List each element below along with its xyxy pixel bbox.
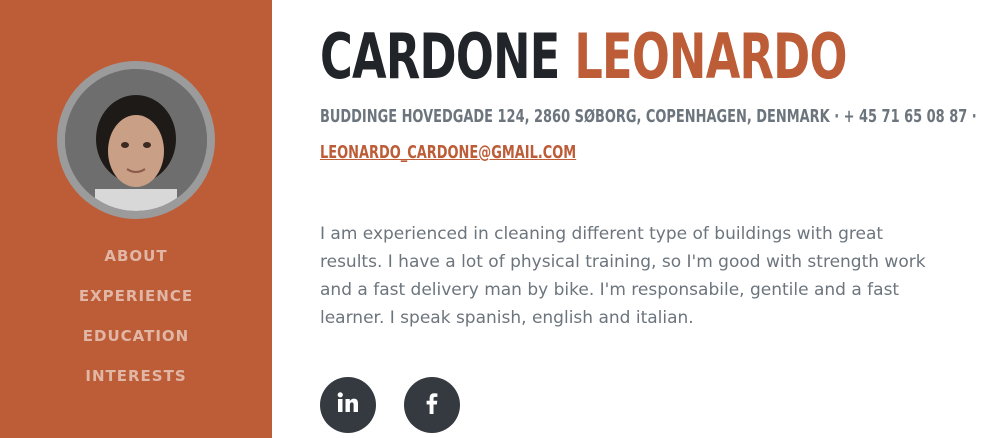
first-name: CARDONE bbox=[320, 20, 560, 93]
bio-text: I am experienced in cleaning different t… bbox=[320, 224, 926, 328]
linkedin-button[interactable] bbox=[320, 377, 376, 433]
nav-item-about[interactable]: ABOUT bbox=[0, 243, 272, 283]
last-name: LEONARDO bbox=[574, 20, 847, 93]
nav-item-experience[interactable]: EXPERIENCE bbox=[0, 283, 272, 323]
sidebar: ABOUT EXPERIENCE EDUCATION INTERESTS bbox=[0, 0, 272, 438]
nav-item-education[interactable]: EDUCATION bbox=[0, 323, 272, 363]
linkedin-icon bbox=[335, 390, 361, 421]
facebook-icon bbox=[419, 390, 445, 421]
contact-address: BUDDINGE HOVEDGADE 124, 2860 SØBORG, COP… bbox=[320, 106, 977, 127]
avatar bbox=[57, 61, 215, 219]
sidebar-nav: ABOUT EXPERIENCE EDUCATION INTERESTS bbox=[0, 243, 272, 403]
email-link[interactable]: LEONARDO_CARDONE@GMAIL.COM bbox=[320, 140, 576, 166]
facebook-button[interactable] bbox=[404, 377, 460, 433]
nav-item-interests[interactable]: INTERESTS bbox=[0, 363, 272, 403]
social-icons bbox=[320, 377, 460, 433]
page-title: CARDONE LEONARDO bbox=[320, 16, 847, 98]
